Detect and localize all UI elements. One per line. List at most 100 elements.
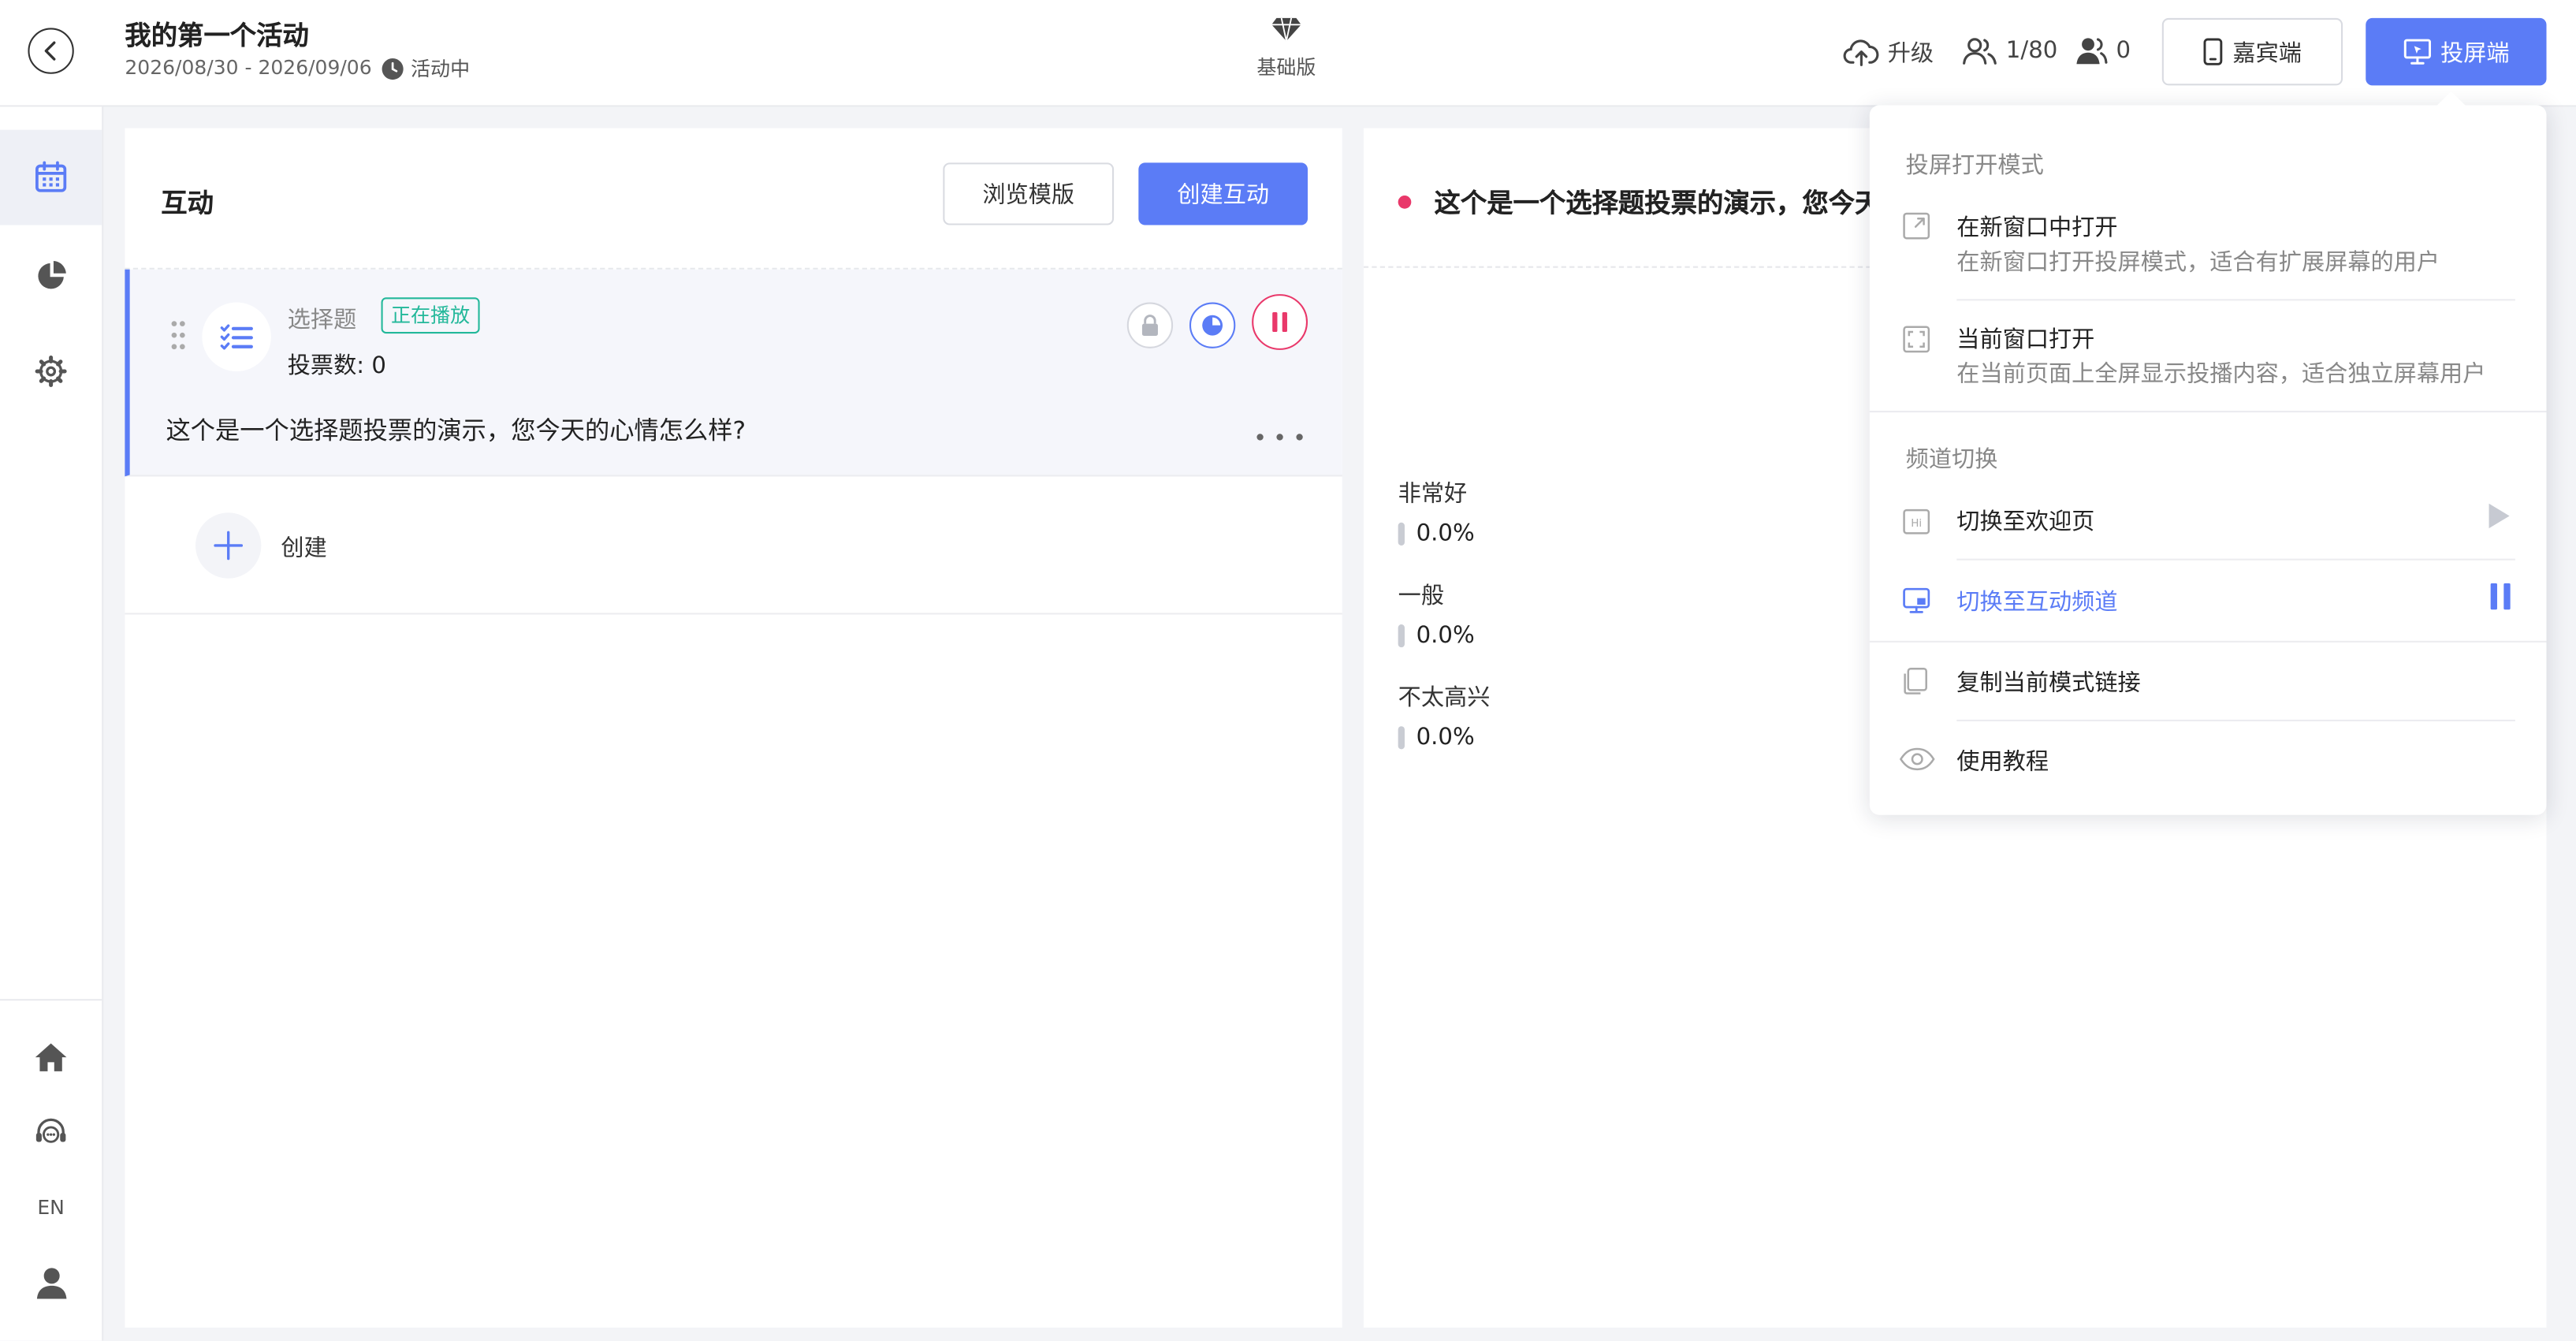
- nav-support[interactable]: [0, 1096, 102, 1168]
- home-icon: [35, 1042, 67, 1071]
- online-count: 0: [2075, 36, 2131, 66]
- option-percent: 0.0%: [1416, 622, 1475, 650]
- option-bar: [1398, 726, 1405, 750]
- copy-link-option[interactable]: 复制当前模式链接: [1870, 649, 2547, 718]
- interaction-item[interactable]: 选择题 正在播放 投票数: 0 这个是一个选择题投票的演示，您今天的心情怎么样?: [125, 269, 1342, 477]
- monitor-icon: [2403, 39, 2430, 65]
- users-icon: [1963, 38, 1997, 65]
- screen-cast-button-label: 投屏端: [2440, 40, 2510, 67]
- option-title: 切换至欢迎页: [1956, 509, 2095, 536]
- plan-indicator[interactable]: 基础版: [1249, 15, 1324, 80]
- plus-icon[interactable]: [195, 512, 262, 579]
- create-label: 创建: [281, 535, 327, 562]
- pause-icon: [1272, 311, 1287, 333]
- interactive-channel-icon: [1900, 585, 1930, 615]
- fullscreen-icon: [1900, 324, 1930, 354]
- nav-language-toggle[interactable]: EN: [0, 1172, 102, 1244]
- nav-calendar[interactable]: [0, 129, 102, 225]
- option-label: 一般: [1398, 583, 1445, 610]
- nav-settings[interactable]: [0, 335, 102, 408]
- activity-title: 我的第一个活动: [125, 20, 309, 51]
- play-icon[interactable]: [2485, 501, 2511, 531]
- seats-count: 1/80: [1962, 36, 2058, 66]
- headset-icon: [35, 1118, 66, 1143]
- diamond-icon: [1271, 17, 1301, 42]
- top-header: 我的第一个活动 2026/08/30 - 2026/09/06 活动中 基础版 …: [0, 0, 2576, 107]
- welcome-page-icon: Hi: [1900, 506, 1930, 536]
- pause-button[interactable]: [1252, 294, 1308, 350]
- option-description: 在当前页面上全屏显示投播内容，适合独立屏幕用户: [1956, 361, 2486, 388]
- nav-statistics[interactable]: [0, 238, 102, 311]
- interaction-list-panel: 互动 浏览模版 创建互动 选择题 正在播放 投票数: 0 这个是一个选择题投票的…: [125, 128, 1342, 1328]
- phone-icon: [2203, 38, 2223, 65]
- screen-cast-dropdown: 投屏打开模式 在新窗口中打开 在新窗口打开投屏模式，适合有扩展屏幕的用户 当前窗…: [1869, 105, 2547, 815]
- online-label: 0: [2116, 37, 2131, 65]
- lock-icon: [1141, 315, 1158, 337]
- back-button[interactable]: [28, 28, 74, 74]
- option-bar: [1398, 522, 1405, 546]
- results-button[interactable]: [1189, 302, 1236, 348]
- svg-text:Hi: Hi: [1910, 516, 1921, 529]
- seats-label: 1/80: [2005, 37, 2058, 65]
- eye-icon: [1899, 744, 1935, 774]
- checklist-icon: [220, 324, 253, 350]
- new-window-icon: [1900, 210, 1930, 240]
- section-divider: [1869, 411, 2547, 413]
- chevron-left-icon: [44, 41, 56, 61]
- more-options-icon[interactable]: [1256, 429, 1303, 445]
- gear-icon: [35, 356, 67, 388]
- nav-profile[interactable]: [0, 1247, 102, 1320]
- live-indicator: [1398, 196, 1412, 209]
- status-badge: 正在播放: [381, 297, 480, 334]
- nav-home[interactable]: [0, 1020, 102, 1093]
- create-row[interactable]: 创建: [125, 479, 1342, 615]
- option-percent: 0.0%: [1416, 725, 1475, 751]
- pause-icon[interactable]: [2489, 582, 2512, 612]
- option-percent: 0.0%: [1416, 520, 1475, 548]
- tutorial-option[interactable]: 使用教程: [1870, 729, 2547, 799]
- open-mode-header: 投屏打开模式: [1905, 152, 2044, 180]
- question-type-label: 选择题: [287, 307, 357, 334]
- create-interaction-button[interactable]: 创建互动: [1138, 162, 1308, 225]
- menu-divider: [1956, 299, 2515, 301]
- question-text: 这个是一个选择题投票的演示，您今天的心情怎么样?: [166, 415, 746, 445]
- option-bar: [1398, 624, 1405, 648]
- audience-icon: [2076, 38, 2108, 65]
- user-icon: [35, 1268, 66, 1299]
- section-divider: [1869, 640, 2547, 643]
- panel-title: 互动: [161, 187, 214, 219]
- channel-header: 频道切换: [1905, 446, 1998, 474]
- question-type-badge: [202, 302, 271, 372]
- pie-chart-icon: [1202, 315, 1223, 336]
- screen-cast-button[interactable]: 投屏端: [2366, 17, 2547, 86]
- switch-interactive-option[interactable]: 切换至互动频道: [1870, 568, 2547, 638]
- menu-divider: [1956, 719, 2515, 721]
- guest-button-label: 嘉宾端: [2232, 40, 2302, 67]
- clock-icon: [382, 57, 404, 80]
- upgrade-label: 升级: [1887, 41, 1934, 68]
- activity-status-label: 活动中: [411, 57, 471, 81]
- open-new-window-option[interactable]: 在新窗口中打开 在新窗口打开投屏模式，适合有扩展屏幕的用户: [1870, 197, 2547, 299]
- switch-welcome-option[interactable]: Hi 切换至欢迎页: [1870, 490, 2547, 555]
- option-description: 在新窗口打开投屏模式，适合有扩展屏幕的用户: [1956, 249, 2440, 277]
- pie-chart-icon: [37, 259, 65, 289]
- sidebar-divider: [0, 999, 102, 1001]
- browse-templates-button[interactable]: 浏览模版: [943, 162, 1115, 225]
- menu-divider: [1956, 558, 2515, 561]
- option-title: 使用教程: [1956, 749, 2049, 776]
- drag-handle-icon[interactable]: [171, 320, 186, 350]
- vote-count: 投票数: 0: [287, 353, 386, 380]
- cloud-upload-icon: [1843, 39, 1879, 66]
- option-title: 当前窗口打开: [1956, 326, 2095, 354]
- sidebar: EN: [0, 106, 104, 1341]
- plan-label: 基础版: [1256, 55, 1316, 80]
- copy-icon: [1900, 665, 1930, 695]
- activity-status: 活动中: [382, 54, 471, 82]
- option-title: 复制当前模式链接: [1956, 670, 2141, 697]
- lock-button[interactable]: [1126, 302, 1174, 348]
- guest-button[interactable]: 嘉宾端: [2161, 17, 2343, 86]
- open-current-window-option[interactable]: 当前窗口打开 在当前页面上全屏显示投播内容，适合独立屏幕用户: [1870, 309, 2547, 411]
- activity-dates: 2026/08/30 - 2026/09/06: [125, 55, 372, 80]
- upgrade-button[interactable]: 升级: [1843, 36, 1934, 69]
- option-label: 不太高兴: [1398, 685, 1491, 712]
